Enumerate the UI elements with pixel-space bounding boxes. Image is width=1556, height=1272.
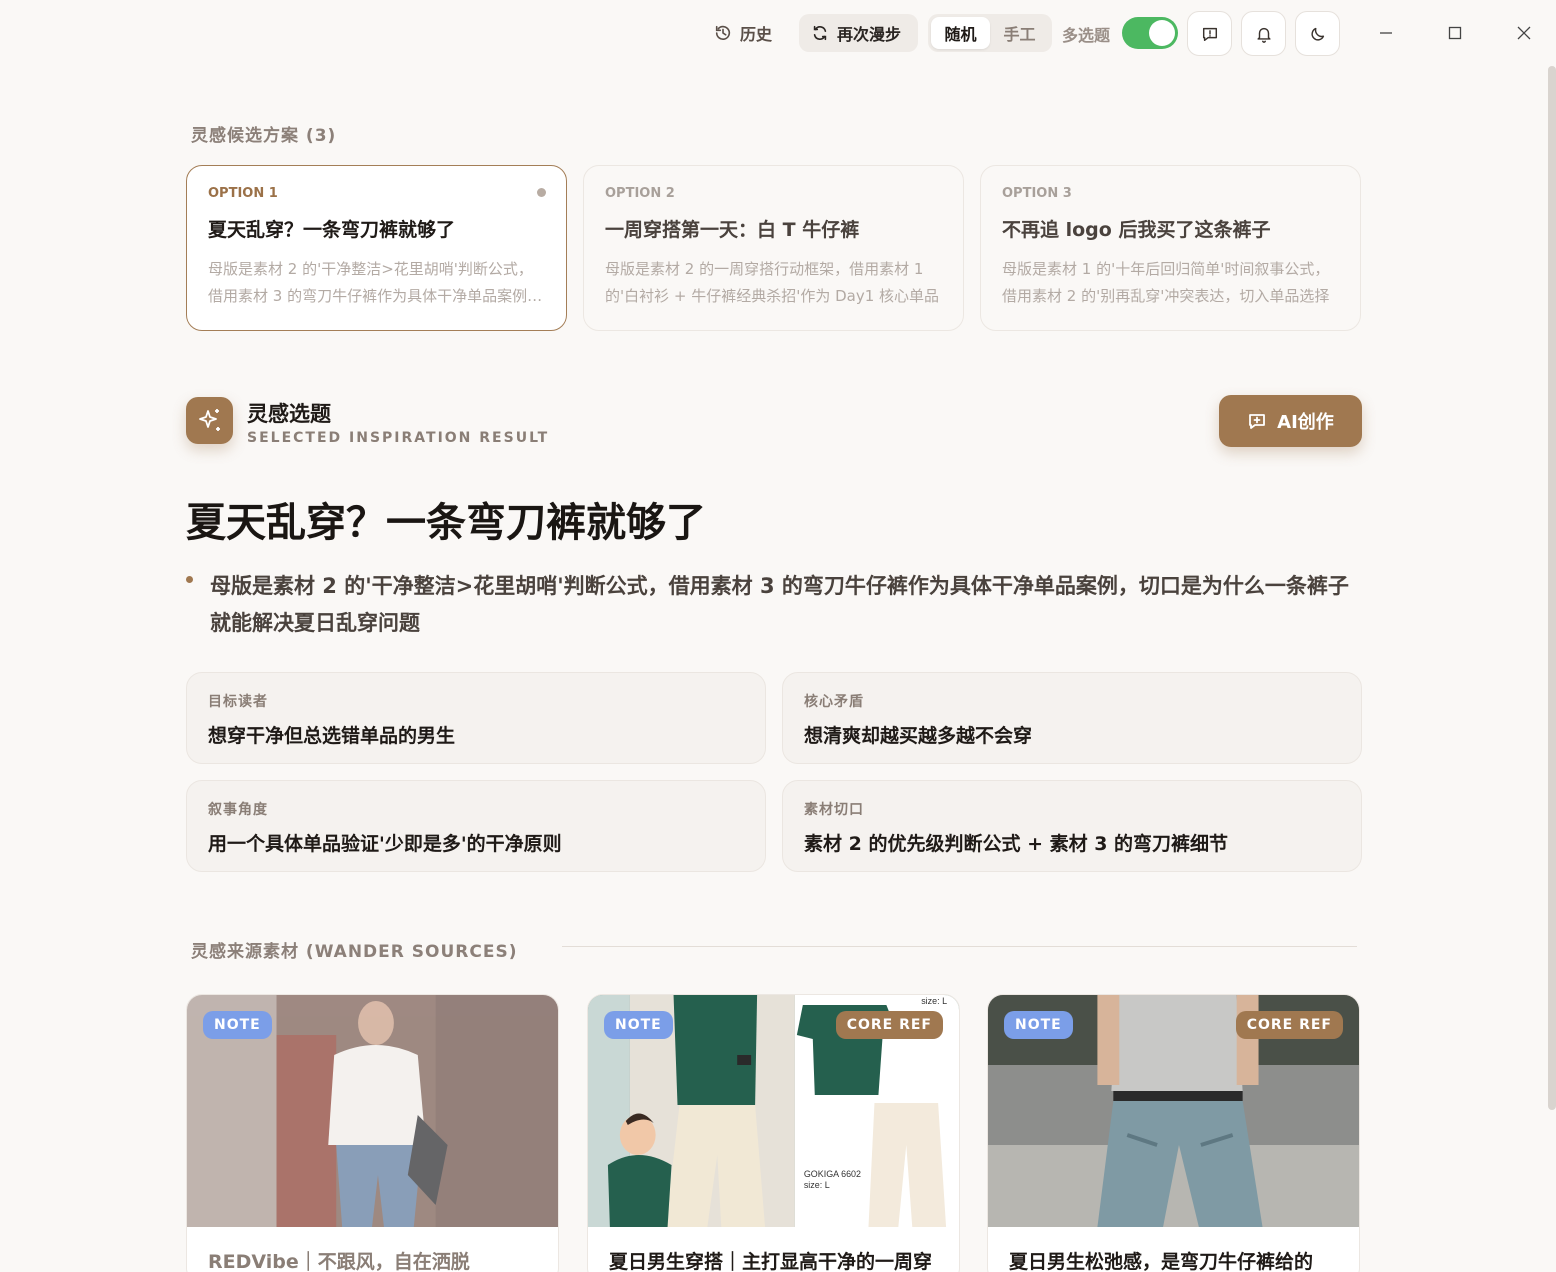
product-size-tag: size: L <box>804 1180 830 1190</box>
sources-heading: 灵感来源素材 (WANDER SOURCES) <box>191 942 518 962</box>
note-badge: NOTE <box>203 1011 272 1039</box>
option-desc: 母版是素材 2 的一周穿搭行动框架，借用素材 1 的'白衬衫 + 牛仔裤经典杀招… <box>605 260 940 305</box>
info-card-narrative-angle: 叙事角度 用一个具体单品验证'少即是多'的干净原则 <box>186 780 766 872</box>
option-card-2[interactable]: OPTION 2 一周穿搭第一天：白 T 牛仔裤 母版是素材 2 的一周穿搭行动… <box>583 165 964 331</box>
multi-select-label: 多选题 <box>1062 26 1111 45</box>
mode-random-option[interactable]: 随机 <box>931 17 990 49</box>
history-icon <box>715 25 731 41</box>
info-value: 用一个具体单品验证'少即是多'的干净原则 <box>208 833 562 855</box>
scrollbar[interactable] <box>1548 66 1556 1110</box>
option-card-3[interactable]: OPTION 3 不再追 logo 后我买了这条裤子 母版是素材 1 的'十年后… <box>980 165 1361 331</box>
info-label: 叙事角度 <box>208 802 268 818</box>
option-desc: 母版是素材 2 的'干净整洁>花里胡哨'判断公式，借用素材 3 的弯刀牛仔裤作为… <box>208 260 543 305</box>
selected-dot <box>537 188 546 197</box>
multi-select-toggle[interactable] <box>1122 17 1178 49</box>
option-label: OPTION 2 <box>605 186 675 201</box>
source-card-1[interactable]: NOTE REDVibe｜不跟风，自在洒脱 <box>186 994 559 1272</box>
selected-description: 母版是素材 2 的'干净整洁>花里胡哨'判断公式，借用素材 3 的弯刀牛仔裤作为… <box>210 574 1349 635</box>
info-label: 素材切口 <box>804 802 864 818</box>
refresh-icon <box>813 25 827 41</box>
bell-icon <box>1256 27 1271 43</box>
inspiration-title: 灵感选题 <box>247 402 331 426</box>
sparkles-icon <box>186 397 233 444</box>
ai-create-button[interactable]: AI创作 <box>1219 395 1362 447</box>
history-label: 历史 <box>740 25 773 44</box>
option-desc: 母版是素材 1 的'十年后回归简单'时间叙事公式，借用素材 2 的'别再乱穿'冲… <box>1002 260 1330 305</box>
source-title: 夏日男生松弛感，是弯刀牛仔裤给的 <box>1009 1251 1314 1272</box>
source-card-3[interactable]: NOTE CORE REF 夏日男生松弛感，是弯刀牛仔裤给的 <box>987 994 1360 1272</box>
close-button[interactable] <box>1511 20 1537 46</box>
note-badge: NOTE <box>604 1011 673 1039</box>
option-label: OPTION 1 <box>208 186 278 201</box>
history-button[interactable]: 历史 <box>714 14 772 52</box>
source-title: 夏日男生穿搭｜主打显高干净的一周穿 <box>609 1251 933 1272</box>
core-ref-badge: CORE REF <box>1235 1011 1343 1039</box>
info-label: 核心矛盾 <box>804 694 864 710</box>
candidates-heading: 灵感候选方案 (3) <box>191 126 337 146</box>
product-tag: GOKIGA 6602 <box>804 1169 861 1179</box>
rewander-label: 再次漫步 <box>837 25 902 44</box>
core-ref-badge: CORE REF <box>835 1011 943 1039</box>
rewander-button[interactable]: 再次漫步 <box>799 14 918 52</box>
info-value: 想清爽却越买越多越不会穿 <box>804 725 1033 747</box>
feedback-button[interactable] <box>1187 11 1232 56</box>
source-title: REDVibe｜不跟风，自在洒脱 <box>208 1251 470 1272</box>
top-toolbar: 历史 再次漫步 随机 手工 多选题 <box>0 0 1556 66</box>
option-title: 一周穿搭第一天：白 T 牛仔裤 <box>605 219 860 241</box>
bullet-dot <box>186 576 193 583</box>
info-card-core-conflict: 核心矛盾 想清爽却越买越多越不会穿 <box>782 672 1362 764</box>
option-card-1[interactable]: OPTION 1 夏天乱穿？一条弯刀裤就够了 母版是素材 2 的'干净整洁>花里… <box>186 165 567 331</box>
maximize-icon <box>1448 26 1462 40</box>
sources-divider <box>562 946 1357 947</box>
close-icon <box>1517 26 1531 40</box>
theme-toggle-button[interactable] <box>1295 11 1340 56</box>
info-value: 素材 2 的优先级判断公式 + 素材 3 的弯刀裤细节 <box>804 833 1229 855</box>
inspiration-subtitle: SELECTED INSPIRATION RESULT <box>247 430 550 446</box>
source-card-2[interactable]: GOKIGA 6602 size: L size: L NOTE CORE RE… <box>587 994 960 1272</box>
moon-icon <box>1310 27 1324 41</box>
info-card-target-reader: 目标读者 想穿干净但总选错单品的男生 <box>186 672 766 764</box>
mode-manual-option[interactable]: 手工 <box>990 17 1049 49</box>
notifications-button[interactable] <box>1241 11 1286 56</box>
message-alert-icon <box>1202 27 1217 41</box>
option-title: 夏天乱穿？一条弯刀裤就够了 <box>208 219 456 241</box>
ai-create-label: AI创作 <box>1277 412 1334 433</box>
info-value: 想穿干净但总选错单品的男生 <box>208 725 456 747</box>
maximize-button[interactable] <box>1442 20 1468 46</box>
option-title: 不再追 logo 后我买了这条裤子 <box>1002 219 1271 241</box>
mode-segmented-control: 随机 手工 <box>928 14 1052 52</box>
minimize-icon <box>1380 32 1392 34</box>
info-label: 目标读者 <box>208 694 268 710</box>
message-plus-icon <box>1249 414 1266 429</box>
selected-heading: 夏天乱穿？一条弯刀裤就够了 <box>186 500 706 546</box>
note-badge: NOTE <box>1004 1011 1073 1039</box>
option-label: OPTION 3 <box>1002 186 1072 201</box>
minimize-button[interactable] <box>1373 20 1399 46</box>
size-tag: size: L <box>921 996 947 1006</box>
toggle-knob <box>1149 20 1175 46</box>
info-card-source-angle: 素材切口 素材 2 的优先级判断公式 + 素材 3 的弯刀裤细节 <box>782 780 1362 872</box>
